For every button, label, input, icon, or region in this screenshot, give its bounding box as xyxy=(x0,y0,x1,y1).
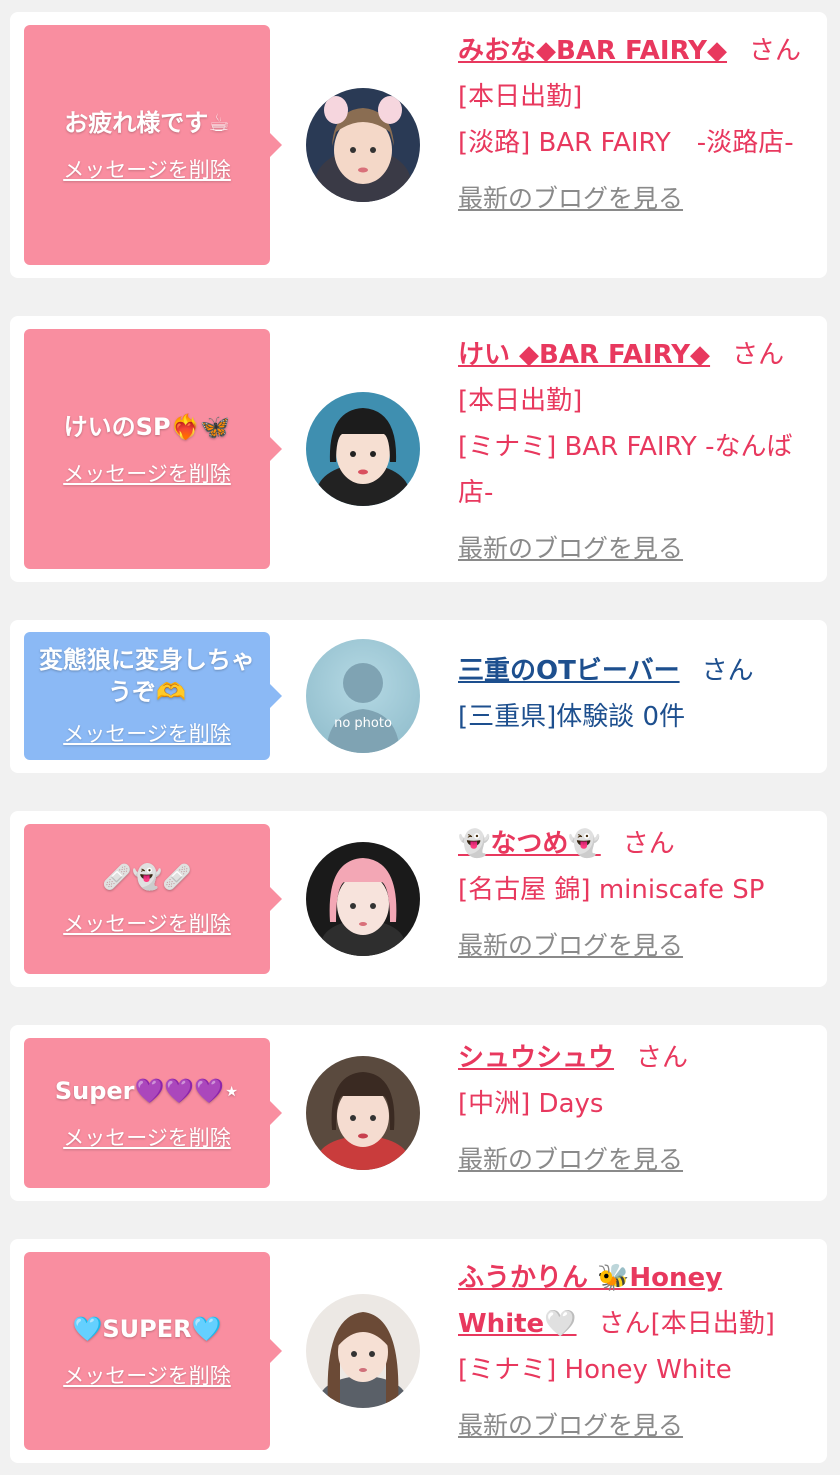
delete-message-link[interactable]: メッセージを削除 xyxy=(63,458,231,488)
delete-message-link[interactable]: メッセージを削除 xyxy=(63,1360,231,1390)
message-text: けいのSP❤️‍🔥🦋 xyxy=(63,413,231,441)
message-text: 🩵SUPER🩵 xyxy=(72,1315,222,1343)
member-name-link[interactable]: シュウシュウ xyxy=(458,1043,614,1073)
message-bubble: けいのSP❤️‍🔥🦋 メッセージを削除 xyxy=(24,329,282,569)
member-name-link[interactable]: けい ◆BAR FAIRY◆ xyxy=(458,340,710,370)
message-text: 変態狼に変身しちゃうぞ🫶 xyxy=(39,646,255,706)
message-text: お疲れ様です☕ xyxy=(64,109,230,137)
honorific: さん xyxy=(636,1043,689,1073)
honorific: さん xyxy=(598,1309,651,1339)
message-bubble: Super💜💜💜⋆ メッセージを削除 xyxy=(24,1038,282,1188)
honorific: さん xyxy=(622,829,675,859)
status-text: [本日出勤] xyxy=(458,82,583,112)
honorific: さん xyxy=(701,656,754,686)
shop-text: [名古屋 錦] miniscafe SP xyxy=(458,875,765,905)
status-text: [本日出勤] xyxy=(458,386,583,416)
latest-blog-link[interactable]: 最新のブログを見る xyxy=(458,176,683,222)
latest-blog-link[interactable]: 最新のブログを見る xyxy=(458,526,683,572)
avatar[interactable] xyxy=(306,392,420,506)
message-card: Super💜💜💜⋆ メッセージを削除 シュウシュウ さん [中洲] Days 最新… xyxy=(10,1025,827,1201)
member-info: みおな◆BAR FAIRY◆ さん [本日出勤] [淡路] BAR FAIRY -淡… xyxy=(458,28,808,222)
shop-text: [ミナミ] BAR FAIRY -なんば店- xyxy=(458,432,793,508)
avatar[interactable]: no photo xyxy=(306,639,420,753)
message-card: けいのSP❤️‍🔥🦋 メッセージを削除 けい ◆BAR FAIRY◆ さん [本日… xyxy=(10,316,827,582)
message-card: 変態狼に変身しちゃうぞ🫶 メッセージを削除 no photo 三重のOTビーバー… xyxy=(10,620,827,773)
delete-message-link[interactable]: メッセージを削除 xyxy=(63,1122,231,1152)
message-text: 🩹👻🩹 xyxy=(102,863,192,891)
message-bubble: 変態狼に変身しちゃうぞ🫶 メッセージを削除 xyxy=(24,632,282,760)
member-info: けい ◆BAR FAIRY◆ さん [本日出勤] [ミナミ] BAR FAIRY … xyxy=(458,332,808,572)
latest-blog-link[interactable]: 最新のブログを見る xyxy=(458,923,683,969)
honorific: さん xyxy=(749,36,802,66)
message-list: お疲れ様です☕ メッセージを削除 みおな◆BAR FAIRY◆ さん [本日出勤] … xyxy=(0,0,840,1475)
member-info: 👻なつめ👻 さん [名古屋 錦] miniscafe SP 最新のブログを見る xyxy=(458,821,808,969)
message-bubble: お疲れ様です☕ メッセージを削除 xyxy=(24,25,282,265)
no-photo-label: no photo xyxy=(334,716,392,731)
member-name-link[interactable]: みおな◆BAR FAIRY◆ xyxy=(458,36,727,66)
delete-message-link[interactable]: メッセージを削除 xyxy=(63,154,231,184)
member-name-link[interactable]: 三重のOTビーバー xyxy=(458,656,680,686)
member-info: ふうかりん 🐝Honey White🤍 さん[本日出勤] [ミナミ] Honey … xyxy=(458,1255,808,1449)
message-card: 🩵SUPER🩵 メッセージを削除 ふうかりん 🐝Honey White🤍 さん[本… xyxy=(10,1239,827,1463)
shop-text: [中洲] Days xyxy=(458,1089,604,1119)
delete-message-link[interactable]: メッセージを削除 xyxy=(63,718,231,748)
message-text: Super💜💜💜⋆ xyxy=(54,1077,240,1105)
avatar[interactable] xyxy=(306,1056,420,1170)
honorific: さん xyxy=(732,340,785,370)
latest-blog-link[interactable]: 最新のブログを見る xyxy=(458,1137,683,1183)
message-card: 🩹👻🩹 メッセージを削除 👻なつめ👻 さん [名古屋 錦] miniscafe S… xyxy=(10,811,827,987)
message-bubble: 🩹👻🩹 メッセージを削除 xyxy=(24,824,282,974)
avatar[interactable] xyxy=(306,842,420,956)
shop-text: [三重県]体験談 0件 xyxy=(458,702,686,732)
message-bubble: 🩵SUPER🩵 メッセージを削除 xyxy=(24,1252,282,1450)
avatar[interactable] xyxy=(306,88,420,202)
latest-blog-link[interactable]: 最新のブログを見る xyxy=(458,1403,683,1449)
message-card: お疲れ様です☕ メッセージを削除 みおな◆BAR FAIRY◆ さん [本日出勤] … xyxy=(10,12,827,278)
member-info: シュウシュウ さん [中洲] Days 最新のブログを見る xyxy=(458,1035,808,1183)
member-info: 三重のOTビーバー さん [三重県]体験談 0件 xyxy=(458,648,808,740)
delete-message-link[interactable]: メッセージを削除 xyxy=(63,908,231,938)
member-name-link[interactable]: 👻なつめ👻 xyxy=(458,829,601,859)
avatar[interactable] xyxy=(306,1294,420,1408)
shop-text: [淡路] BAR FAIRY -淡路店- xyxy=(458,128,794,158)
shop-text: [ミナミ] Honey White xyxy=(458,1355,732,1385)
status-text: [本日出勤] xyxy=(650,1309,775,1339)
